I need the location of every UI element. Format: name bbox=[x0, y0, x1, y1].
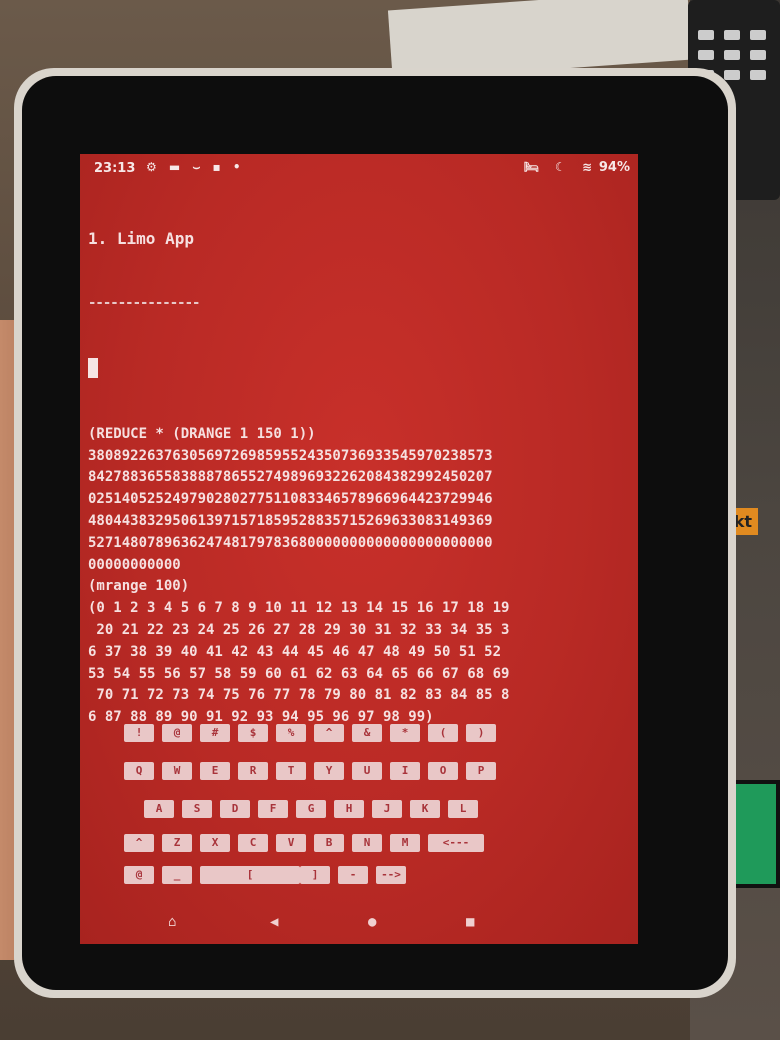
square-icon[interactable]: ■ bbox=[466, 914, 474, 930]
terminal-line: (0 1 2 3 4 5 6 7 8 9 10 11 12 13 14 15 1… bbox=[88, 600, 510, 617]
key[interactable]: K bbox=[410, 800, 440, 818]
terminal-line: 20 21 22 23 24 25 26 27 28 29 30 31 32 3… bbox=[88, 621, 510, 638]
key[interactable]: O bbox=[428, 762, 458, 780]
key[interactable]: @ bbox=[162, 724, 192, 742]
key[interactable]: B bbox=[314, 834, 344, 852]
key[interactable]: --> bbox=[376, 866, 406, 884]
key[interactable]: <--- bbox=[428, 834, 484, 852]
back-icon[interactable]: ◀ bbox=[270, 914, 278, 930]
key[interactable]: X bbox=[200, 834, 230, 852]
key[interactable]: [ bbox=[200, 866, 300, 884]
key[interactable]: I bbox=[390, 762, 420, 780]
terminal-line: 00000000000 bbox=[88, 556, 181, 573]
text-cursor bbox=[88, 358, 98, 379]
key[interactable]: H bbox=[334, 800, 364, 818]
key[interactable]: ^ bbox=[314, 724, 344, 742]
key[interactable]: - bbox=[338, 866, 368, 884]
key[interactable]: % bbox=[276, 724, 306, 742]
terminal-line: (mrange 100) bbox=[88, 578, 190, 595]
circle-icon[interactable]: ● bbox=[368, 914, 376, 930]
key[interactable]: ^ bbox=[124, 834, 154, 852]
terminal-line: (REDUCE * (DRANGE 1 150 1)) bbox=[88, 425, 316, 442]
key[interactable]: R bbox=[238, 762, 268, 780]
status-icons-left: ⚙ ▬ ⌣ ▪ • bbox=[146, 160, 245, 174]
key[interactable]: ! bbox=[124, 724, 154, 742]
key[interactable]: D bbox=[220, 800, 250, 818]
key[interactable]: N bbox=[352, 834, 382, 852]
key[interactable]: Z bbox=[162, 834, 192, 852]
key[interactable]: & bbox=[352, 724, 382, 742]
terminal-output: (REDUCE * (DRANGE 1 150 1)) 3808922637630… bbox=[88, 424, 636, 729]
terminal-line: 4804438329506139715718595288357152696330… bbox=[88, 512, 493, 529]
key[interactable]: A bbox=[144, 800, 174, 818]
key[interactable]: $ bbox=[238, 724, 268, 742]
key[interactable]: T bbox=[276, 762, 306, 780]
status-icons-right: 🛏 ☾ ≋ bbox=[523, 160, 598, 174]
key[interactable]: E bbox=[200, 762, 230, 780]
key[interactable]: P bbox=[466, 762, 496, 780]
key[interactable]: G bbox=[296, 800, 326, 818]
key[interactable]: Y bbox=[314, 762, 344, 780]
nav-bar: ⌂ ◀ ● ■ bbox=[80, 910, 638, 938]
key[interactable]: ] bbox=[300, 866, 330, 884]
key[interactable]: * bbox=[390, 724, 420, 742]
terminal-line: 0251405252497902802775110833465789669644… bbox=[88, 491, 493, 508]
terminal-line: 70 71 72 73 74 75 76 77 78 79 80 81 82 8… bbox=[88, 687, 510, 704]
key[interactable]: S bbox=[182, 800, 212, 818]
key[interactable]: C bbox=[238, 834, 268, 852]
home-icon[interactable]: ⌂ bbox=[168, 914, 176, 930]
key[interactable]: ( bbox=[428, 724, 458, 742]
key[interactable]: F bbox=[258, 800, 288, 818]
key[interactable]: W bbox=[162, 762, 192, 780]
terminal-line: 3808922637630569726985955243507369335459… bbox=[88, 447, 493, 464]
key[interactable]: _ bbox=[162, 866, 192, 884]
status-time: 23:13 bbox=[94, 161, 136, 176]
cursor-line[interactable] bbox=[88, 358, 636, 380]
app-title: 1. Limo App bbox=[88, 228, 194, 248]
key[interactable]: ) bbox=[466, 724, 496, 742]
status-bar: 23:13 ⚙ ▬ ⌣ ▪ • 🛏 ☾ ≋ 94% bbox=[80, 154, 638, 180]
terminal-line: 53 54 55 56 57 58 59 60 61 62 63 64 65 6… bbox=[88, 665, 510, 682]
key[interactable]: Q bbox=[124, 762, 154, 780]
terminal[interactable]: 1. Limo App --------------- (REDUCE * (D… bbox=[88, 184, 636, 773]
screen: 23:13 ⚙ ▬ ⌣ ▪ • 🛏 ☾ ≋ 94% 1. Limo App --… bbox=[80, 154, 638, 944]
key[interactable]: @ bbox=[124, 866, 154, 884]
key[interactable]: # bbox=[200, 724, 230, 742]
battery-level: 94% bbox=[598, 160, 630, 175]
terminal-line: 5271480789636247481797836800000000000000… bbox=[88, 534, 493, 551]
key[interactable]: J bbox=[372, 800, 402, 818]
terminal-line: 6 37 38 39 40 41 42 43 44 45 46 47 48 49… bbox=[88, 643, 502, 660]
key[interactable]: M bbox=[390, 834, 420, 852]
terminal-line: 8427883655838887865527498969322620843829… bbox=[88, 469, 493, 486]
key[interactable]: L bbox=[448, 800, 478, 818]
key[interactable]: V bbox=[276, 834, 306, 852]
key[interactable]: U bbox=[352, 762, 382, 780]
title-rule: --------------- bbox=[88, 294, 200, 311]
